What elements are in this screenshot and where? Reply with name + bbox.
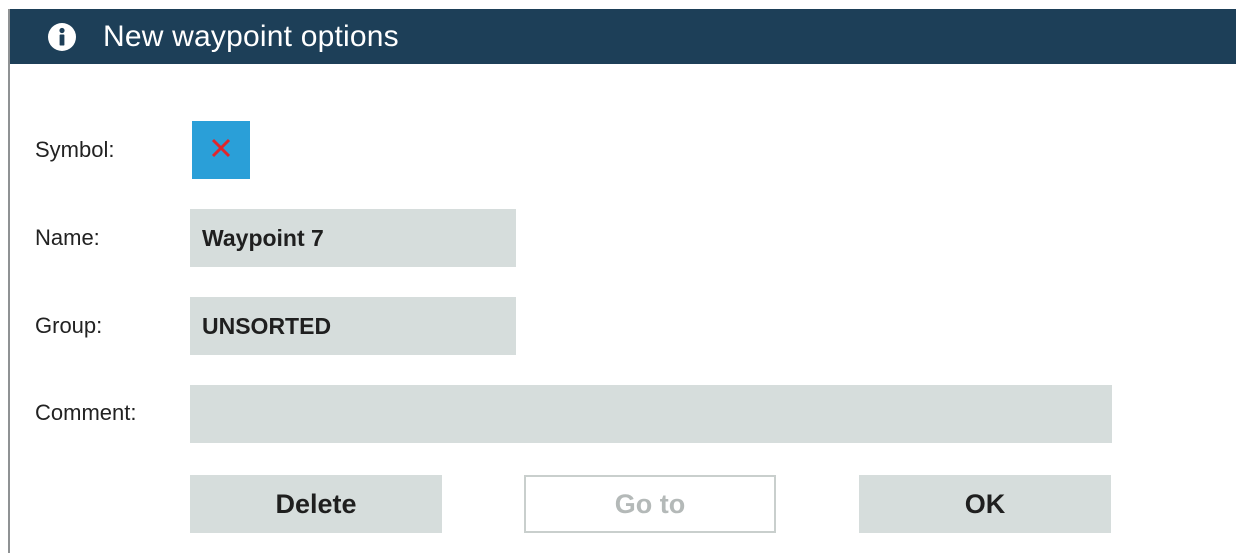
group-label: Group: bbox=[35, 313, 103, 338]
dialog-title: New waypoint options bbox=[103, 20, 399, 53]
comment-field[interactable] bbox=[190, 385, 1112, 443]
info-icon bbox=[48, 23, 76, 51]
waypoint-options-dialog: New waypoint options Symbol: Name: Waypo… bbox=[8, 9, 1236, 553]
name-field[interactable]: Waypoint 7 bbox=[190, 209, 516, 267]
delete-button[interactable]: Delete bbox=[190, 475, 442, 533]
dialog-titlebar: New waypoint options bbox=[10, 9, 1236, 64]
symbol-picker-button[interactable] bbox=[192, 121, 250, 179]
comment-label: Comment: bbox=[35, 400, 137, 425]
symbol-label: Symbol: bbox=[35, 137, 115, 162]
red-x-icon bbox=[210, 137, 232, 164]
go-to-button[interactable]: Go to bbox=[524, 475, 776, 533]
ok-button[interactable]: OK bbox=[859, 475, 1111, 533]
group-field[interactable]: UNSORTED bbox=[190, 297, 516, 355]
name-label: Name: bbox=[35, 225, 100, 250]
